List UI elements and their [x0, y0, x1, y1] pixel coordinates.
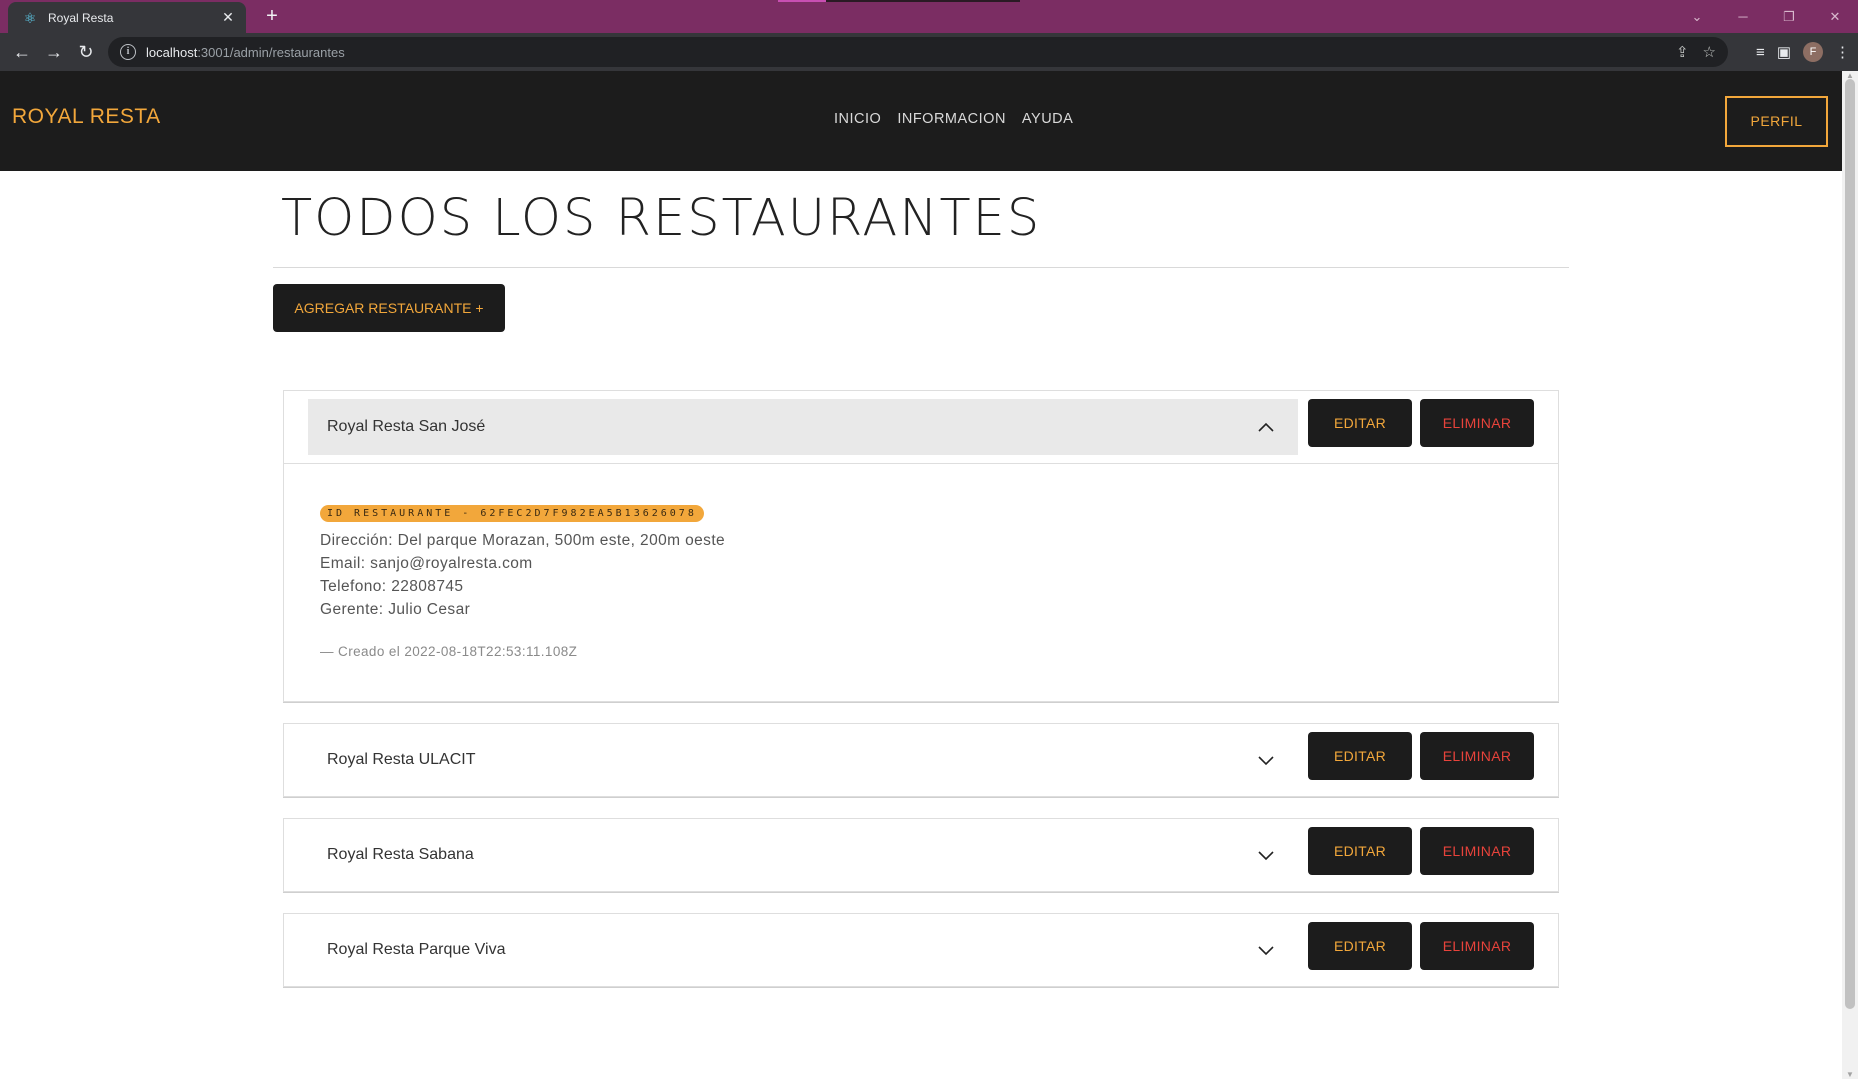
perfil-button[interactable]: PERFIL	[1725, 96, 1828, 147]
reading-list-icon[interactable]: ≡	[1756, 44, 1765, 61]
tab-strip-accent	[778, 0, 826, 2]
accordion-toggle[interactable]: Royal Resta ULACIT	[308, 732, 1298, 788]
delete-button[interactable]: ELIMINAR	[1420, 827, 1534, 875]
nav-inicio[interactable]: INICIO	[834, 111, 881, 127]
restaurant-name: Royal Resta ULACIT	[327, 751, 476, 768]
restaurant-address: Dirección: Del parque Morazan, 500m este…	[320, 532, 726, 549]
restaurant-phone: Telefono: 22808745	[320, 578, 464, 595]
tab-strip-accent-dark	[826, 0, 1020, 2]
restaurant-email: Email: sanjo@royalresta.com	[320, 555, 533, 572]
tab-search-icon[interactable]: ⌄	[1674, 9, 1720, 25]
title-divider	[273, 267, 1569, 268]
restaurant-created-date: — Creado el 2022-08-18T22:53:11.108Z	[320, 644, 578, 659]
restaurant-manager: Gerente: Julio Cesar	[320, 601, 471, 618]
scrollbar-thumb[interactable]	[1845, 79, 1855, 1009]
forward-arrow-icon[interactable]: →	[38, 37, 70, 67]
browser-menu-icon[interactable]: ⋮	[1835, 43, 1850, 61]
url-path: :3001/admin/restaurantes	[197, 44, 345, 60]
delete-button[interactable]: ELIMINAR	[1420, 922, 1534, 970]
minimize-icon[interactable]: ─	[1720, 9, 1766, 24]
accordion-toggle[interactable]: Royal Resta San José	[308, 399, 1298, 455]
delete-button[interactable]: ELIMINAR	[1420, 732, 1534, 780]
window-controls: ⌄ ─ ❐ ✕	[1674, 0, 1858, 33]
accordion-header: Royal Resta Sabana EDITAR ELIMINAR	[284, 819, 1558, 891]
bookmark-star-icon[interactable]: ☆	[1703, 43, 1716, 61]
restore-icon[interactable]: ❐	[1766, 9, 1812, 25]
restaurant-accordion: Royal Resta Parque Viva EDITAR ELIMINAR	[283, 913, 1559, 987]
restaurant-accordion: Royal Resta Sabana EDITAR ELIMINAR	[283, 818, 1559, 892]
accordion-toggle[interactable]: Royal Resta Sabana	[308, 827, 1298, 883]
accordion-header: Royal Resta ULACIT EDITAR ELIMINAR	[284, 724, 1558, 796]
toolbar-actions: ≡ ▣ F ⋮	[1756, 33, 1850, 71]
nav-informacion[interactable]: INFORMACION	[897, 111, 1006, 127]
add-restaurant-button[interactable]: AGREGAR RESTAURANTE +	[273, 284, 505, 332]
edit-button[interactable]: EDITAR	[1308, 732, 1412, 780]
profile-avatar[interactable]: F	[1803, 42, 1823, 62]
chevron-up-icon	[1256, 417, 1276, 437]
restaurant-id-badge: ID RESTAURANTE - 62FEC2D7F982EA5B1362607…	[320, 505, 704, 522]
accordion-header: Royal Resta Parque Viva EDITAR ELIMINAR	[284, 914, 1558, 986]
omnibox-actions: ⇪ ☆	[1676, 37, 1716, 67]
share-icon[interactable]: ⇪	[1676, 43, 1689, 61]
new-tab-button[interactable]: +	[260, 4, 284, 28]
restaurant-name: Royal Resta Parque Viva	[327, 941, 506, 958]
browser-tab-strip: ⚛ Royal Resta ✕ + ⌄ ─ ❐ ✕	[0, 0, 1858, 33]
main-nav: INICIO INFORMACION AYUDA	[834, 111, 1073, 127]
page-viewport: ROYAL RESTA INICIO INFORMACION AYUDA PER…	[0, 71, 1842, 1079]
accordion-header: Royal Resta San José EDITAR ELIMINAR	[284, 391, 1558, 463]
delete-button[interactable]: ELIMINAR	[1420, 399, 1534, 447]
accordion-body: ID RESTAURANTE - 62FEC2D7F982EA5B1362607…	[284, 463, 1558, 701]
close-window-icon[interactable]: ✕	[1812, 9, 1858, 25]
scroll-down-arrow-icon[interactable]: ▼	[1846, 1070, 1854, 1079]
tab-title: Royal Resta	[48, 10, 114, 25]
address-bar[interactable]: i localhost:3001/admin/restaurantes ⇪ ☆	[108, 37, 1728, 67]
close-tab-icon[interactable]: ✕	[220, 9, 236, 26]
page-scrollbar[interactable]: ▲ ▼	[1842, 71, 1858, 1079]
side-panel-icon[interactable]: ▣	[1777, 43, 1791, 61]
chevron-down-icon	[1256, 940, 1276, 960]
browser-toolbar: ← → ↻ i localhost:3001/admin/restaurante…	[0, 33, 1858, 71]
browser-tab[interactable]: ⚛ Royal Resta ✕	[8, 2, 246, 33]
app-header: ROYAL RESTA INICIO INFORMACION AYUDA PER…	[0, 71, 1842, 171]
url-host: localhost	[146, 44, 198, 60]
edit-button[interactable]: EDITAR	[1308, 827, 1412, 875]
edit-button[interactable]: EDITAR	[1308, 399, 1412, 447]
accordion-toggle[interactable]: Royal Resta Parque Viva	[308, 922, 1298, 978]
edit-button[interactable]: EDITAR	[1308, 922, 1412, 970]
react-favicon-icon: ⚛	[23, 9, 37, 26]
page-title: TODOS LOS RESTAURANTES	[281, 189, 1042, 248]
restaurant-accordion: Royal Resta San José EDITAR ELIMINAR ID …	[283, 390, 1559, 702]
brand-logo[interactable]: ROYAL RESTA	[12, 105, 161, 129]
restaurant-name: Royal Resta San José	[327, 418, 486, 435]
site-info-icon[interactable]: i	[120, 44, 136, 60]
restaurant-accordion: Royal Resta ULACIT EDITAR ELIMINAR	[283, 723, 1559, 797]
reload-icon[interactable]: ↻	[70, 37, 102, 67]
back-arrow-icon[interactable]: ←	[6, 37, 38, 67]
chevron-down-icon	[1256, 750, 1276, 770]
chevron-down-icon	[1256, 845, 1276, 865]
restaurant-name: Royal Resta Sabana	[327, 846, 474, 863]
nav-ayuda[interactable]: AYUDA	[1022, 111, 1073, 127]
